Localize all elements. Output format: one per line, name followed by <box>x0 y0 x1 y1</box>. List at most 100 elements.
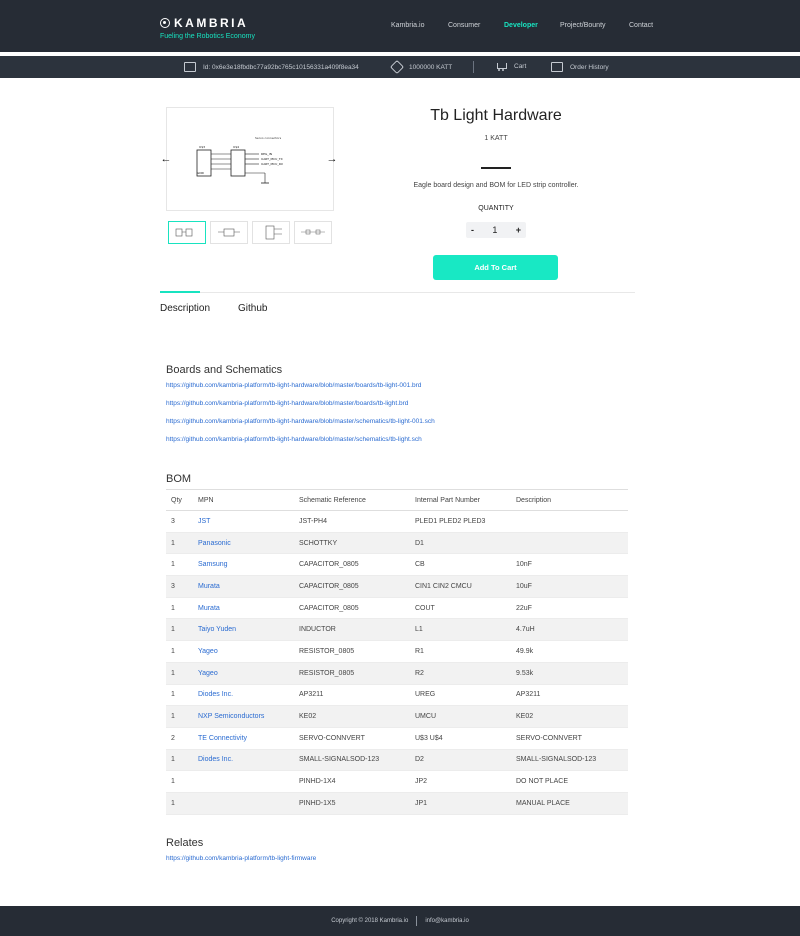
bom-internal-part: D2 <box>410 749 511 772</box>
bom-mpn[interactable]: NXP Semiconductors <box>193 705 294 728</box>
cart-link[interactable]: Cart <box>495 62 526 71</box>
thumbnail-2-image <box>218 228 240 237</box>
bom-mpn[interactable]: Samsung <box>193 553 294 577</box>
bom-mpn[interactable]: Murata <box>193 575 294 598</box>
bom-schematic-ref: PINHD-1X5 <box>294 792 410 815</box>
board-link-1[interactable]: https://github.com/kambria-platform/tb-l… <box>166 382 421 389</box>
bom-schematic-ref: CAPACITOR_0805 <box>294 553 410 577</box>
relates-link[interactable]: https://github.com/kambria-platform/tb-l… <box>166 855 316 862</box>
active-tab-indicator <box>160 291 200 293</box>
thumbnail-4[interactable] <box>294 221 332 244</box>
bom-schematic-ref: CAPACITOR_0805 <box>294 597 410 620</box>
col-schematic-reference: Schematic Reference <box>294 489 410 511</box>
bom-schematic-ref: INDUCTOR <box>294 618 410 642</box>
nav-kambria-io[interactable]: Kambria.io <box>391 22 424 29</box>
col-mpn: MPN <box>193 489 294 511</box>
bom-qty: 1 <box>166 618 193 642</box>
title-divider <box>481 167 511 169</box>
bom-qty: 1 <box>166 640 193 663</box>
thumbnail-1-image <box>175 228 193 237</box>
footer-email[interactable]: info@kambria.io <box>425 918 468 924</box>
bom-internal-part: L1 <box>410 618 511 642</box>
bom-internal-part: PLED1 PLED2 PLED3 <box>410 510 511 533</box>
bom-internal-part: JP2 <box>410 770 511 793</box>
schematic-link-2[interactable]: https://github.com/kambria-platform/tb-l… <box>166 436 422 443</box>
bom-description: 49.9k <box>511 640 628 663</box>
schematic-link-1[interactable]: https://github.com/kambria-platform/tb-l… <box>166 418 435 425</box>
boards-heading: Boards and Schematics <box>166 364 283 376</box>
gallery-next-arrow[interactable]: → <box>325 152 339 166</box>
bom-mpn <box>193 770 294 793</box>
footer: Copyright © 2018 Kambria.io info@kambria… <box>0 906 800 936</box>
bom-description: SMALL-SIGNALSOD-123 <box>511 749 628 772</box>
bom-header-row: Qty MPN Schematic Reference Internal Par… <box>166 489 628 511</box>
thumbnail-2[interactable] <box>210 221 248 244</box>
bom-row: 1 Yageo RESISTOR_0805 R1 49.9k <box>166 640 628 663</box>
bom-row: 1 Samsung CAPACITOR_0805 CB 10nF <box>166 553 628 577</box>
bom-mpn[interactable]: Yageo <box>193 662 294 685</box>
bom-description: 10nF <box>511 553 628 577</box>
bom-description: 9.53k <box>511 662 628 685</box>
bom-description: MANUAL PLACE <box>511 792 628 815</box>
bom-schematic-ref: RESISTOR_0805 <box>294 640 410 663</box>
nav-contact[interactable]: Contact <box>629 22 653 29</box>
product-price: 1 KATT <box>484 135 508 142</box>
bom-internal-part: JP1 <box>410 792 511 815</box>
bom-description: AP3211 <box>511 684 628 707</box>
bom-internal-part: CB <box>410 553 511 577</box>
wallet-id-text: Id: 0x6e3e18fbdbc77a92bc765c10156331a409… <box>203 63 359 71</box>
board-link-2[interactable]: https://github.com/kambria-platform/tb-l… <box>166 400 408 407</box>
account-bar: Id: 0x6e3e18fbdbc77a92bc765c10156331a409… <box>0 56 800 78</box>
bom-mpn[interactable]: Panasonic <box>193 532 294 555</box>
footer-divider <box>416 916 418 926</box>
thumbnail-3[interactable] <box>252 221 290 244</box>
tabs-divider <box>160 292 635 293</box>
bom-internal-part: COUT <box>410 597 511 620</box>
quantity-increment-button[interactable]: + <box>516 225 521 235</box>
thumbnail-1[interactable] <box>168 221 206 244</box>
bom-description: KE02 <box>511 705 628 728</box>
bom-internal-part: D1 <box>410 532 511 555</box>
bom-schematic-ref: SMALL-SIGNALSOD-123 <box>294 749 410 772</box>
bom-row: 2 TE Connectivity SERVO-CONNVERT U$3 U$4 SER… <box>166 727 628 750</box>
order-history-icon <box>551 62 563 72</box>
quantity-value[interactable]: 1 <box>492 225 497 235</box>
bom-mpn[interactable]: Diodes Inc. <box>193 684 294 707</box>
gallery-prev-arrow[interactable]: ← <box>159 152 173 166</box>
bom-row: 3 JST JST-PH4 PLED1 PLED2 PLED3 <box>166 510 628 533</box>
balance-text: 1000000 KATT <box>409 63 453 71</box>
wallet-id: Id: 0x6e3e18fbdbc77a92bc765c10156331a409… <box>184 62 359 72</box>
kambria-logo[interactable]: KAMBRIA Fueling the Robotics Economy <box>160 16 255 40</box>
bom-row: 1 Panasonic SCHOTTKY D1 <box>166 532 628 555</box>
bom-mpn[interactable]: JST <box>193 510 294 533</box>
col-description: Description <box>511 489 628 511</box>
tab-description[interactable]: Description <box>160 303 210 314</box>
schematic-label-uart-tx: UART_MCU_TX <box>261 157 283 161</box>
thumbnail-4-image <box>301 229 325 235</box>
bom-description: 22uF <box>511 597 628 620</box>
cart-icon <box>495 62 507 71</box>
bom-schematic-ref: CAPACITOR_0805 <box>294 575 410 598</box>
bom-mpn[interactable]: Taiyo Yuden <box>193 618 294 642</box>
bom-heading: BOM <box>166 473 192 485</box>
bom-row: 1 NXP Semiconductors KE02 UMCU KE02 <box>166 705 628 728</box>
bom-mpn[interactable]: Diodes Inc. <box>193 749 294 772</box>
nav-project-bounty[interactable]: Project/Bounty <box>560 22 606 29</box>
nav-developer[interactable]: Developer <box>504 22 538 29</box>
bom-mpn[interactable]: Yageo <box>193 640 294 663</box>
product-title: Tb Light Hardware <box>430 107 562 124</box>
order-history-link[interactable]: Order History <box>551 62 609 72</box>
add-to-cart-button[interactable]: Add To Cart <box>433 255 558 280</box>
bom-qty: 1 <box>166 770 193 793</box>
bom-mpn[interactable]: TE Connectivity <box>193 727 294 750</box>
schematic-label-reg-in: REG_IN <box>261 152 272 156</box>
bom-internal-part: CIN1 CIN2 CMCU <box>410 575 511 598</box>
nav-consumer[interactable]: Consumer <box>448 22 480 29</box>
bom-table: Qty MPN Schematic Reference Internal Par… <box>166 489 628 815</box>
tab-github[interactable]: Github <box>238 303 267 314</box>
bom-schematic-ref: SCHOTTKY <box>294 532 410 555</box>
quantity-decrement-button[interactable]: - <box>471 225 474 235</box>
bom-mpn[interactable]: Murata <box>193 597 294 620</box>
bom-qty: 1 <box>166 662 193 685</box>
cart-label: Cart <box>514 63 527 70</box>
